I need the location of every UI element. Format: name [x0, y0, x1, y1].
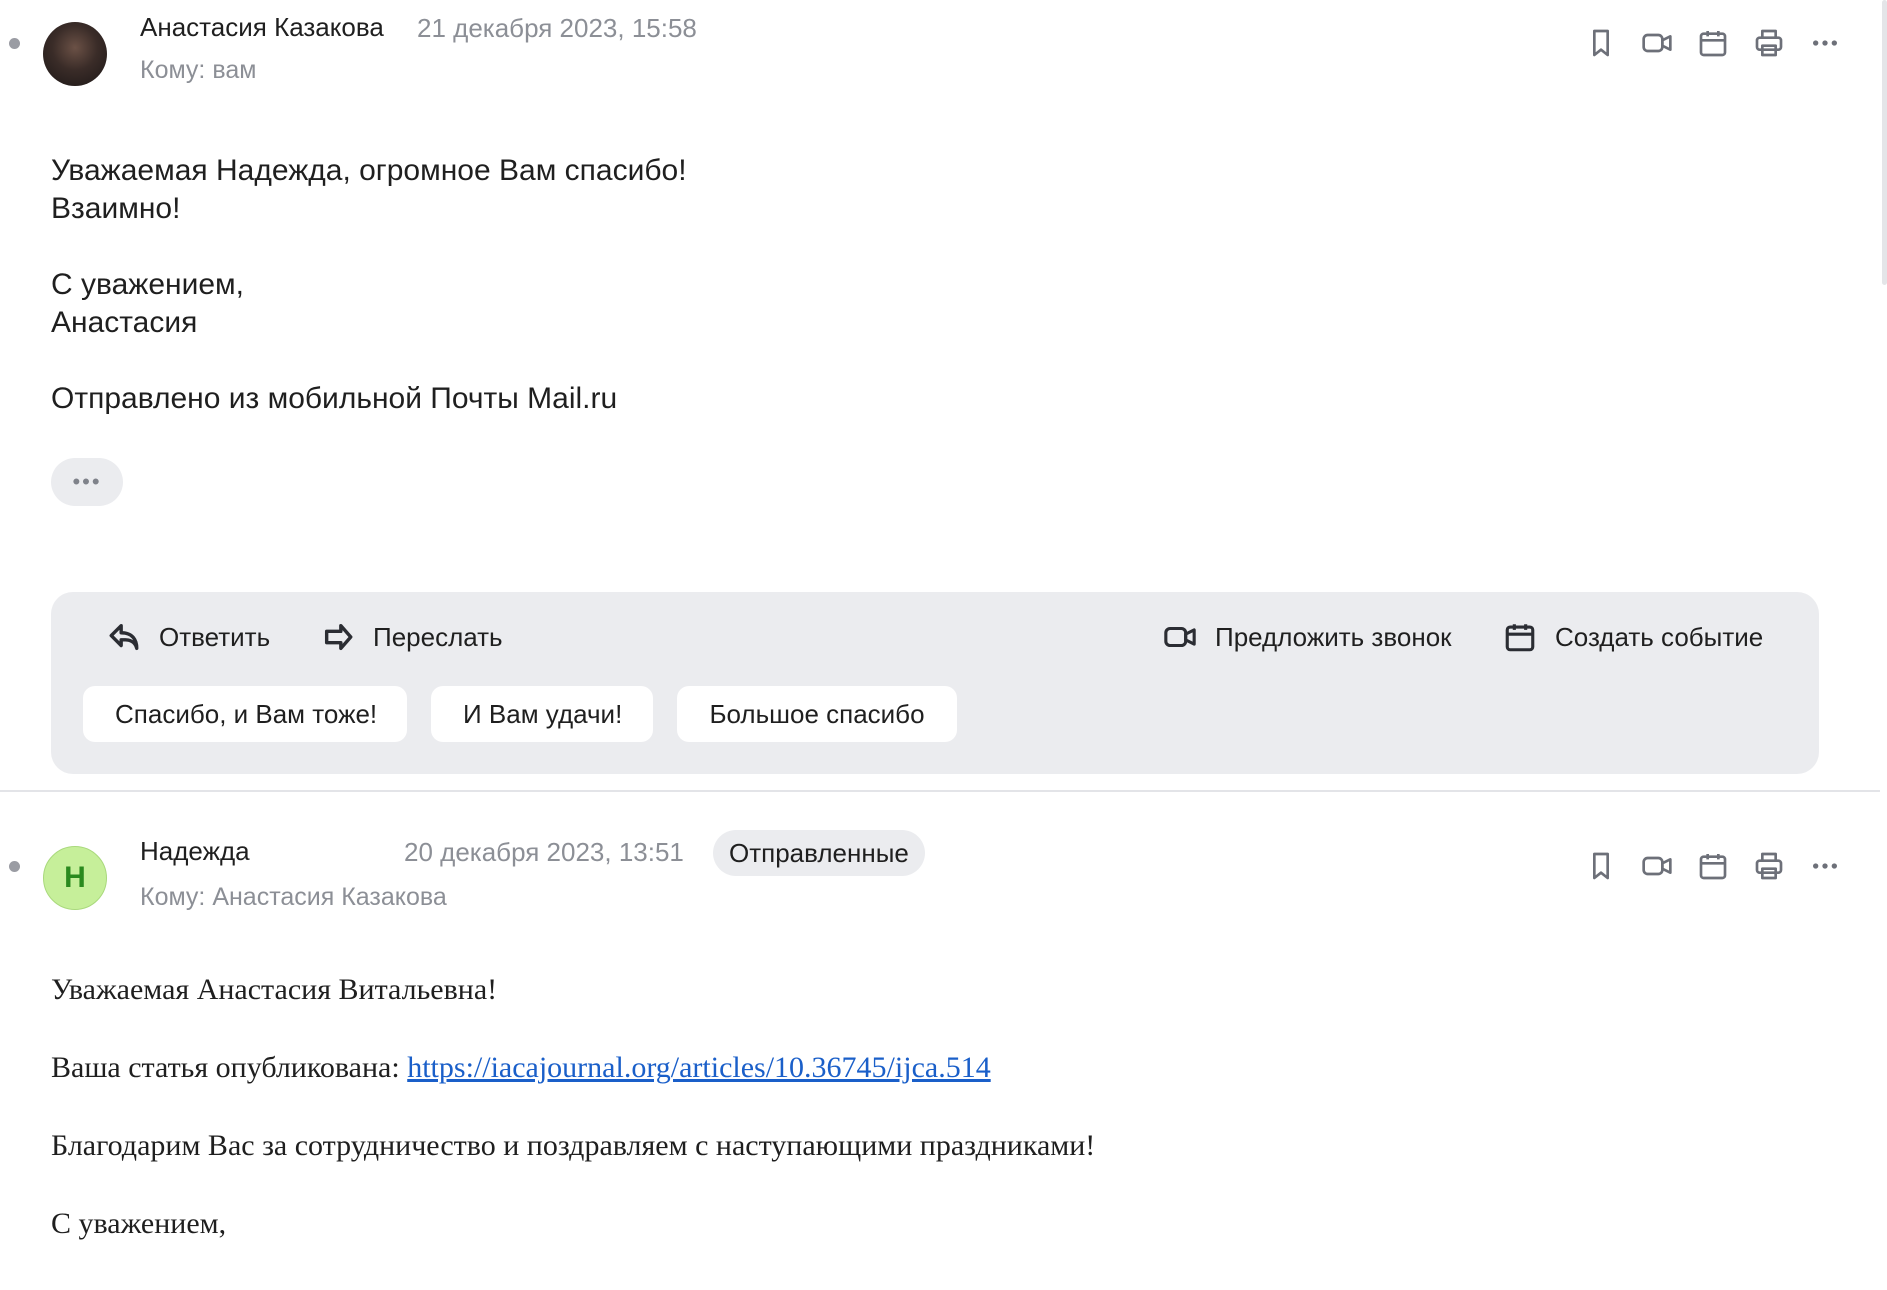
body-line: Взаимно! [51, 192, 181, 225]
reply-panel: Ответить Переслать Предложить звонок Соз… [51, 592, 1819, 774]
message-anastasia: Анастасия Казакова 21 декабря 2023, 15:5… [0, 0, 1880, 790]
message-nadezhda: Н Надежда 20 декабря 2023, 13:51 Отправл… [0, 790, 1880, 1290]
bookmark-icon[interactable] [1583, 848, 1619, 884]
body-thanks: Благодарим Вас за сотрудничество и поздр… [51, 1129, 1096, 1162]
sender-name[interactable]: Надежда [140, 836, 250, 867]
published-prefix: Ваша статья опубликована: [51, 1051, 408, 1084]
unread-indicator[interactable] [9, 38, 20, 49]
suggest-call-button[interactable]: Предложить звонок [1163, 612, 1452, 662]
body-greeting: Уважаемая Анастасия Витальевна! [51, 973, 498, 1006]
folder-badge[interactable]: Отправленные [713, 830, 925, 876]
article-link[interactable]: https://iacajournal.org/articles/10.3674… [407, 1051, 990, 1084]
create-event-label: Создать событие [1555, 621, 1764, 652]
reply-button[interactable]: Ответить [107, 612, 270, 662]
quick-reply-chip[interactable]: Спасибо, и Вам тоже! [83, 686, 407, 742]
body-published: Ваша статья опубликована: https://iacajo… [51, 1050, 1095, 1128]
scrollbar[interactable] [1882, 0, 1887, 285]
quick-reply-chip[interactable]: Большое спасибо [677, 686, 957, 742]
video-call-icon[interactable] [1639, 25, 1675, 61]
body-line: Отправлено из мобильной Почты Mail.ru [51, 382, 618, 415]
message-date: 21 декабря 2023, 15:58 [417, 13, 697, 43]
calendar-icon[interactable] [1695, 25, 1731, 61]
sender-name[interactable]: Анастасия Казакова [140, 12, 384, 43]
suggest-call-label: Предложить звонок [1215, 621, 1452, 652]
more-icon[interactable] [1807, 25, 1843, 61]
message-toolbar [1583, 848, 1843, 884]
print-icon[interactable] [1751, 25, 1787, 61]
body-line: Анастасия [51, 306, 198, 339]
message-date: 20 декабря 2023, 13:51 [404, 837, 684, 867]
body-line: Уважаемая Надежда, огромное Вам спасибо! [51, 154, 687, 187]
video-call-icon[interactable] [1639, 848, 1675, 884]
recipient-line[interactable]: Кому: Анастасия Казакова [140, 883, 447, 912]
reply-icon [109, 623, 139, 651]
forward-button[interactable]: Переслать [321, 612, 503, 662]
recipient-line[interactable]: Кому: вам [140, 56, 256, 85]
message-body: Уважаемая Надежда, огромное Вам спасибо!… [51, 152, 687, 418]
reply-label: Ответить [159, 621, 271, 652]
message-body: Уважаемая Анастасия Витальевна! Ваша ста… [51, 972, 1095, 1284]
bookmark-icon[interactable] [1583, 25, 1619, 61]
print-icon[interactable] [1751, 848, 1787, 884]
avatar[interactable]: Н [43, 846, 107, 910]
create-event-button[interactable]: Создать событие [1503, 612, 1763, 662]
quick-reply-chip[interactable]: И Вам удачи! [431, 686, 653, 742]
more-icon[interactable] [1807, 848, 1843, 884]
calendar-icon[interactable] [1695, 848, 1731, 884]
forward-icon [324, 623, 353, 651]
calendar-icon [1505, 624, 1535, 652]
forward-label: Переслать [373, 621, 503, 652]
avatar[interactable] [43, 22, 107, 86]
unread-indicator[interactable] [9, 861, 20, 872]
body-line: С уважением, [51, 268, 245, 301]
show-quoted-button[interactable]: ••• [51, 458, 123, 506]
body-closing: С уважением, [51, 1207, 227, 1240]
video-call-icon [1164, 626, 1196, 648]
message-toolbar [1583, 25, 1843, 61]
